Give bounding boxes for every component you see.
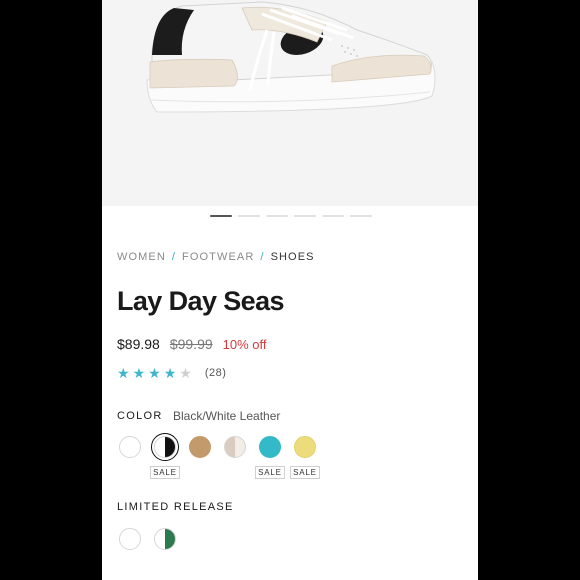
carousel-dot[interactable] [322, 215, 344, 217]
swatch-yellow[interactable] [294, 436, 316, 458]
product-page: WOMEN / FOOTWEAR / SHOES Lay Day Seas $8… [102, 0, 478, 580]
sale-price: $89.98 [117, 336, 160, 352]
review-count[interactable]: (28) [205, 367, 227, 379]
limited-release-label: LIMITED RELEASE [117, 501, 234, 513]
original-price: $99.99 [169, 336, 213, 352]
color-label: COLOR [117, 410, 163, 422]
breadcrumb-separator: / [171, 251, 177, 263]
color-selected-value: Black/White Leather [173, 409, 281, 423]
breadcrumb-separator: / [260, 251, 265, 263]
star-icon: ★ [148, 365, 161, 381]
swatch-black-white[interactable] [151, 433, 179, 461]
product-image[interactable] [102, 0, 478, 206]
swatch-limited-white[interactable] [119, 528, 141, 550]
price-row: $89.98 $99.99 10% off [117, 336, 267, 352]
carousel-dot[interactable] [266, 215, 288, 217]
breadcrumb-footwear[interactable]: FOOTWEAR [182, 251, 254, 263]
star-empty-icon: ★ [179, 365, 192, 381]
swatch-limited-green[interactable] [154, 528, 176, 550]
rating[interactable]: ★ ★ ★ ★ ★ (28) [117, 366, 226, 380]
discount-label: 10% off [222, 337, 267, 352]
breadcrumb-shoes[interactable]: SHOES [271, 251, 315, 263]
breadcrumb: WOMEN / FOOTWEAR / SHOES [117, 251, 315, 263]
carousel-dot[interactable] [350, 215, 372, 217]
carousel-dot[interactable] [210, 215, 232, 217]
star-icon: ★ [117, 365, 130, 381]
breadcrumb-women[interactable]: WOMEN [117, 251, 166, 263]
limited-swatches [117, 528, 317, 552]
sneaker-image [146, 1, 436, 113]
carousel-dot[interactable] [238, 215, 260, 217]
star-icon: ★ [132, 365, 146, 381]
star-icon: ★ [163, 365, 177, 381]
sale-badge: SALE [150, 466, 180, 479]
swatch-bone[interactable] [224, 436, 246, 458]
swatch-tan[interactable] [189, 436, 211, 458]
swatch-white[interactable] [119, 436, 141, 458]
sale-badge: SALE [255, 466, 285, 479]
swatch-aqua[interactable] [259, 436, 281, 458]
color-swatches: SALE SALE SALE [117, 433, 477, 486]
carousel-dot[interactable] [294, 215, 316, 217]
carousel-indicator [210, 215, 372, 217]
sale-badge: SALE [290, 466, 320, 479]
product-title: Lay Day Seas [117, 286, 285, 316]
